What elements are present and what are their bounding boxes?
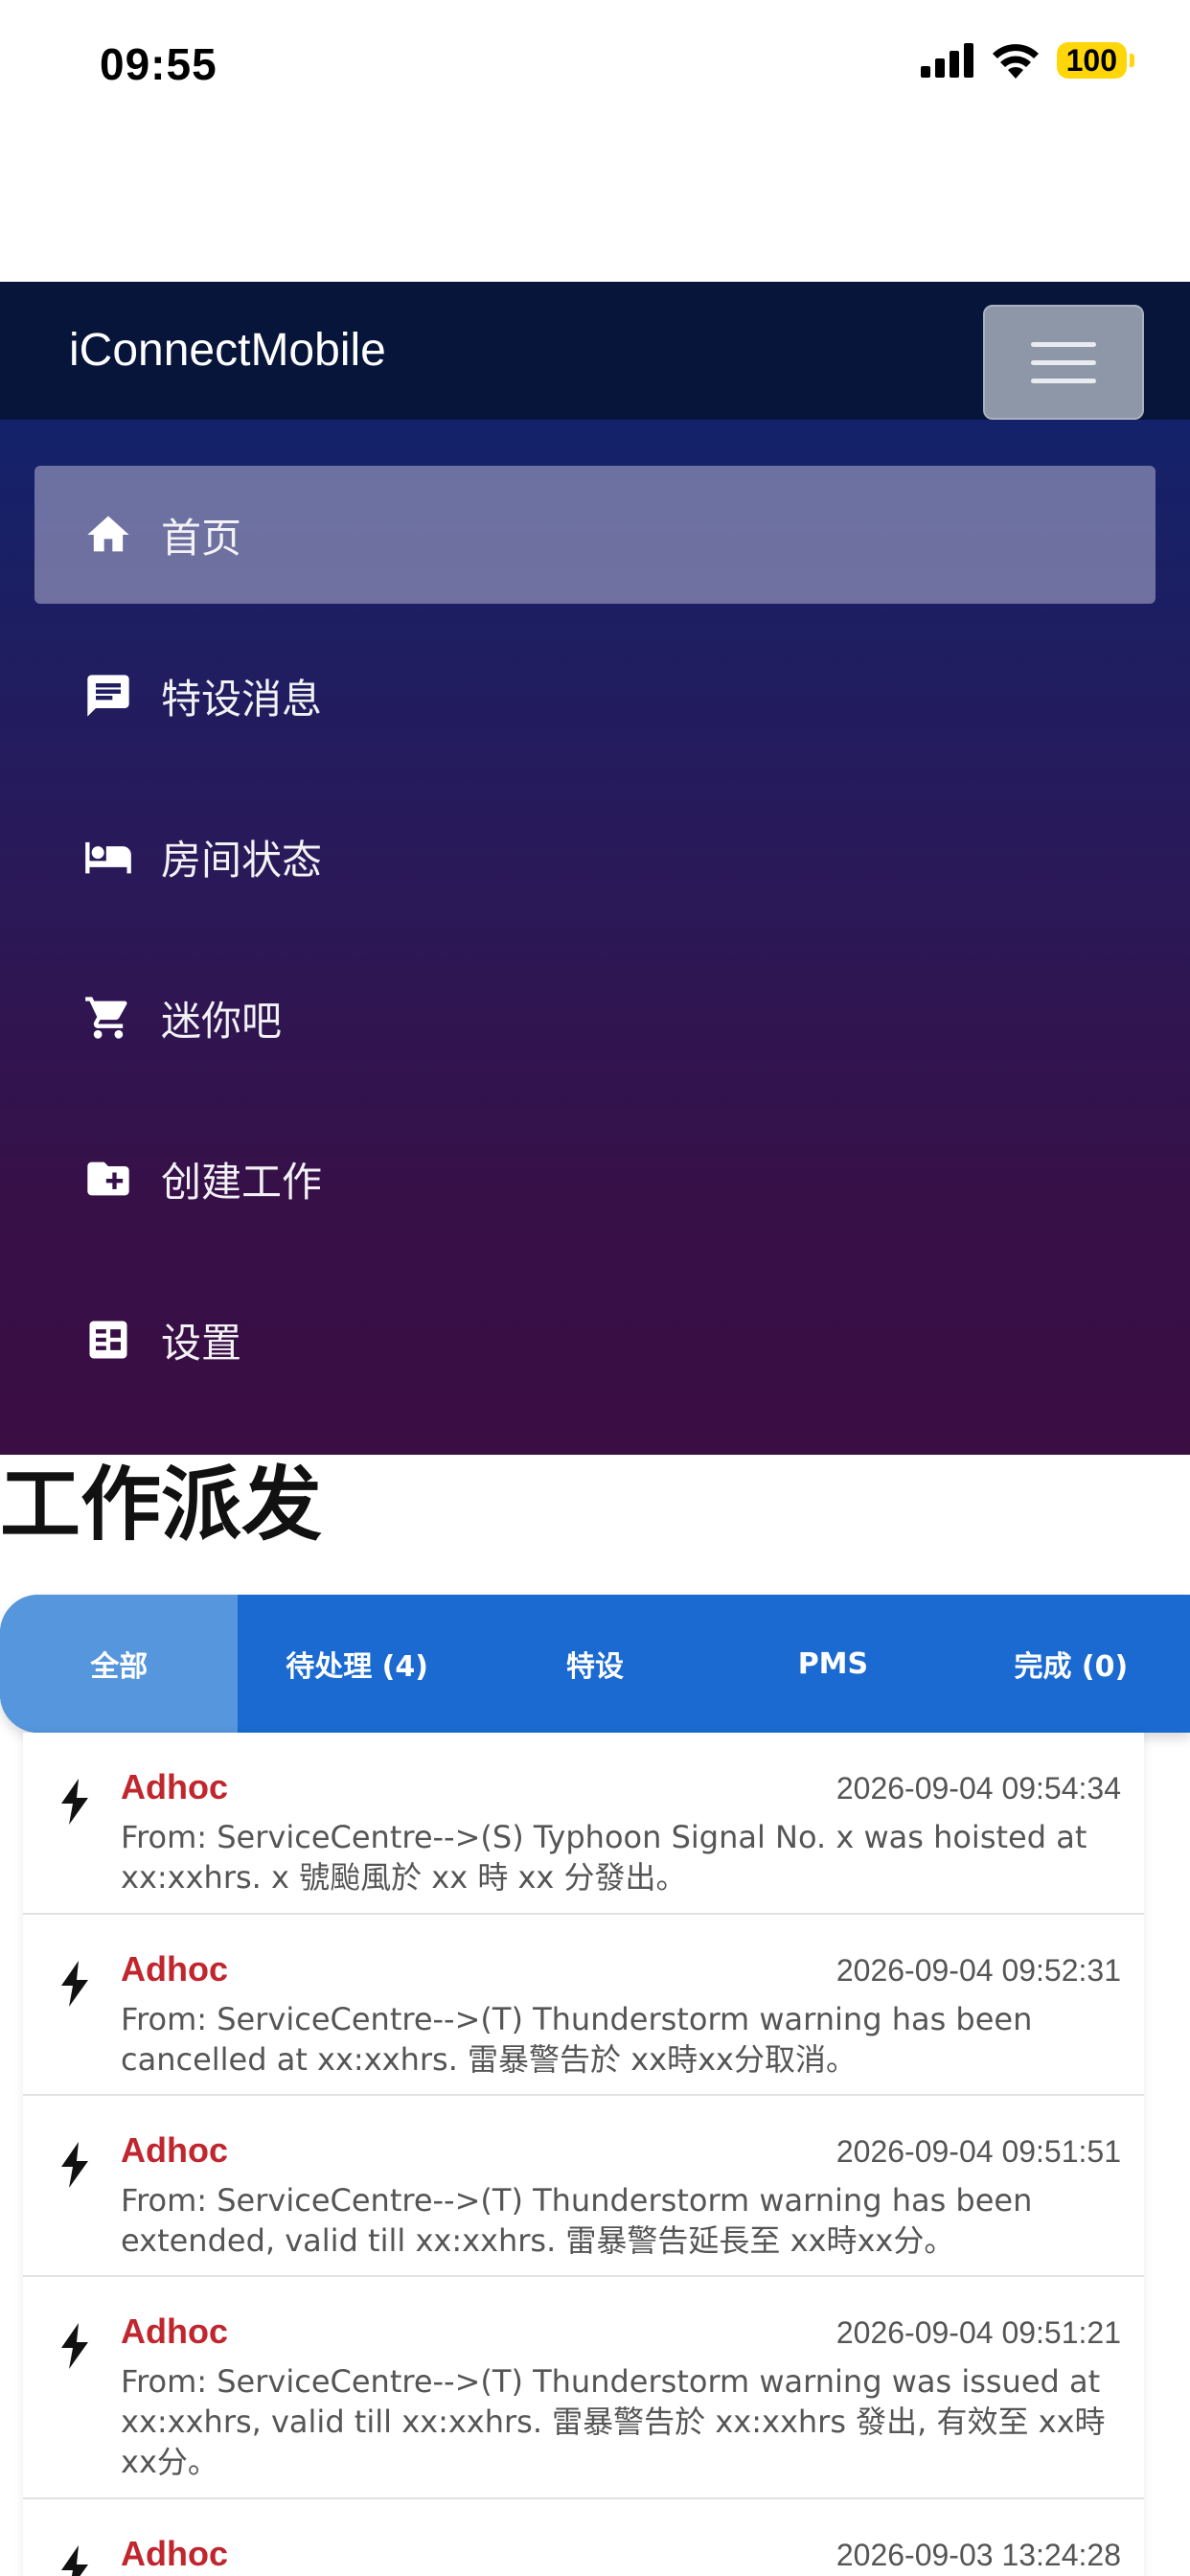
- app-brand[interactable]: iConnectMobile: [69, 324, 386, 377]
- job-type: Adhoc: [121, 1949, 228, 1989]
- page-title: 工作派发: [0, 1458, 323, 1552]
- menu-item-messages[interactable]: 特设消息: [34, 627, 1156, 765]
- list-item[interactable]: Adhoc 2026-09-04 09:52:31 From: ServiceC…: [23, 1915, 1144, 2096]
- job-type: Adhoc: [121, 2312, 228, 2351]
- lightning-icon: [59, 2142, 90, 2188]
- menu-item-label: 创建工作: [161, 1158, 323, 1206]
- hamburger-line: [1031, 378, 1096, 383]
- job-list: Adhoc 2026-09-04 09:54:34 From: ServiceC…: [23, 1733, 1144, 2576]
- job-time: 2026-09-03 13:24:28: [835, 2538, 1121, 2572]
- nav-drawer: 首页 特设消息 房间状态 迷你吧 创建工作 设置: [0, 420, 1190, 1455]
- menu-item-label: 迷你吧: [161, 997, 283, 1045]
- menu-item-label: 房间状态: [161, 836, 323, 884]
- menu-item-create-job[interactable]: 创建工作: [34, 1110, 1156, 1248]
- job-tabs: 全部 待处理 (4) 特设 PMS 完成 (0): [0, 1595, 1190, 1733]
- hamburger-icon: [1031, 341, 1096, 347]
- status-icons: 100: [920, 42, 1135, 79]
- job-description: From: ServiceCentre-->(S) Typhoon Signal…: [121, 1819, 1087, 1896]
- bed-icon: [82, 831, 134, 883]
- menu-item-room-status[interactable]: 房间状态: [34, 788, 1156, 926]
- lightning-icon: [59, 1779, 90, 1825]
- status-bar: 09:55 100: [0, 0, 1190, 134]
- menu-item-label: 特设消息: [161, 675, 323, 723]
- job-type: Adhoc: [121, 2130, 228, 2170]
- job-time: 2026-09-04 09:54:34: [835, 1771, 1121, 1806]
- menu-item-label: 首页: [161, 514, 242, 562]
- menu-item-minibar[interactable]: 迷你吧: [34, 949, 1156, 1087]
- list-item[interactable]: Adhoc 2026-09-04 09:54:34 From: ServiceC…: [23, 1733, 1144, 1915]
- lightning-icon: [59, 2323, 90, 2369]
- tab-pending[interactable]: 待处理 (4): [238, 1595, 475, 1733]
- job-type: Adhoc: [121, 2534, 228, 2573]
- lightning-icon: [59, 1961, 90, 2007]
- job-time: 2026-09-04 09:52:31: [835, 1953, 1121, 1988]
- settings-list-icon: [82, 1314, 134, 1366]
- folder-add-icon: [82, 1153, 134, 1205]
- cart-icon: [82, 992, 134, 1044]
- tab-adhoc[interactable]: 特设: [476, 1595, 714, 1733]
- navbar: iConnectMobile: [0, 282, 1190, 420]
- list-item[interactable]: Adhoc 2026-09-04 09:51:51 From: ServiceC…: [23, 2096, 1144, 2277]
- message-icon: [82, 670, 134, 722]
- job-description: From: ServiceCentre-->(T) Thunderstorm w…: [121, 2182, 1033, 2259]
- battery-indicator: 100: [1056, 42, 1135, 79]
- list-item[interactable]: Adhoc 2026-09-04 09:51:21 From: ServiceC…: [23, 2277, 1144, 2499]
- tab-pms[interactable]: PMS: [714, 1595, 951, 1733]
- status-time: 09:55: [100, 39, 217, 89]
- job-description: From: ServiceCentre-->(T) Thunderstorm w…: [121, 2001, 1033, 2078]
- menu-item-settings[interactable]: 设置: [34, 1271, 1156, 1409]
- job-time: 2026-09-04 09:51:51: [835, 2134, 1121, 2169]
- cellular-signal-icon: [920, 43, 973, 78]
- job-type: Adhoc: [121, 1767, 228, 1806]
- hamburger-line: [1031, 359, 1096, 365]
- tab-all[interactable]: 全部: [0, 1595, 239, 1733]
- lightning-icon: [59, 2545, 90, 2576]
- home-icon: [82, 509, 134, 561]
- list-item[interactable]: Adhoc 2026-09-03 13:24:28: [23, 2499, 1144, 2576]
- wifi-icon: [992, 44, 1039, 79]
- menu-item-label: 设置: [161, 1319, 242, 1367]
- menu-toggle-button[interactable]: [983, 305, 1144, 420]
- job-description: From: ServiceCentre-->(T) Thunderstorm w…: [121, 2363, 1106, 2480]
- job-time: 2026-09-04 09:51:21: [835, 2315, 1121, 2350]
- tab-completed[interactable]: 完成 (0): [952, 1595, 1190, 1733]
- menu-item-home[interactable]: 首页: [34, 466, 1156, 604]
